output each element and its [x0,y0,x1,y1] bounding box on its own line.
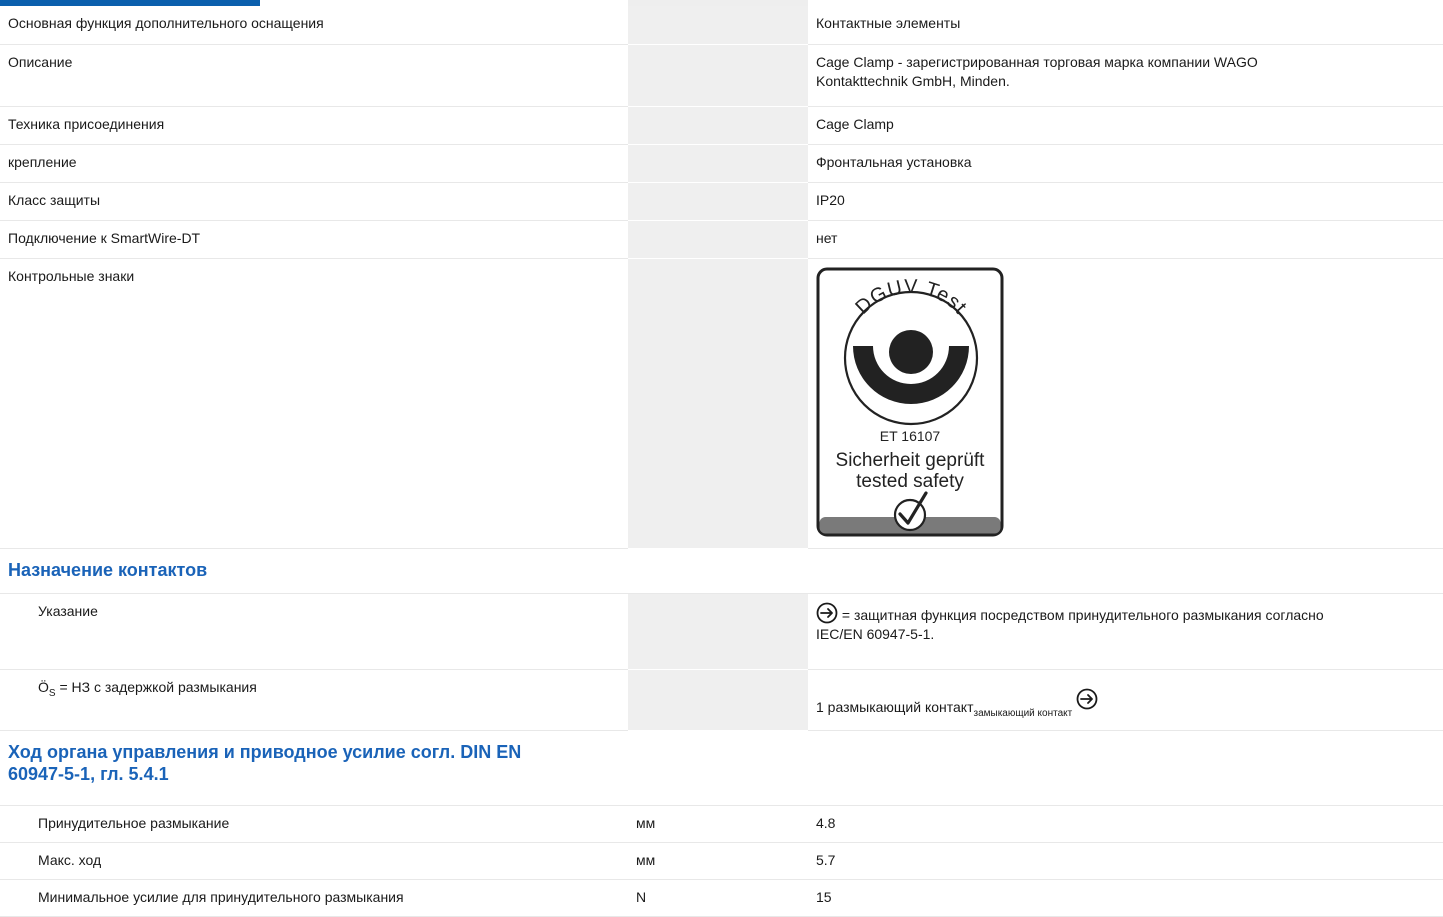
spec-value: нет [808,220,1443,259]
os-label-prefix: Ö [38,678,49,695]
dguv-line1: Sicherheit geprüft [836,450,986,471]
section-title: Назначение контактов [0,548,628,594]
spec-unit [628,220,808,259]
spec-value: DGUV Test ET 16107 Sicherheit geprüft te… [808,258,1443,549]
spec-row: Описание Cage Clamp - зарегистрированная… [0,44,1443,107]
spec-row: Основная функция дополнительного оснащен… [0,6,1443,45]
spec-label: Указание [0,593,628,670]
spec-unit [628,144,808,183]
spec-table: Основная функция дополнительного оснащен… [0,6,1443,917]
spec-row: Контрольные знаки DGUV Test ET 16107 Sic… [0,258,1443,549]
spec-label: крепление [0,144,628,183]
spec-label: Макс. ход [0,842,628,881]
spec-label: Минимальное усилие для принудительного р… [0,879,628,917]
spec-value: Фронтальная установка [808,144,1443,183]
spec-row: Минимальное усилие для принудительного р… [0,879,1443,917]
spec-value: Cage Clamp - зарегистрированная торговая… [808,44,1443,107]
spec-value: Cage Clamp [808,106,1443,145]
spec-unit [628,106,808,145]
spec-unit [628,669,808,732]
spec-row: Принудительное размыкание мм 4.8 [0,805,1443,844]
spec-value [808,548,1443,594]
spec-label: Подключение к SmartWire-DT [0,220,628,259]
spec-value: 5.7 [808,842,1443,881]
hint-text-line2: IEC/EN 60947-5-1. [816,625,935,642]
spec-row: крепление Фронтальная установка [0,144,1443,183]
spec-value: 1 размыкающий контактзамыкающий контакт [808,669,1443,732]
spec-unit: мм [628,842,808,881]
spec-unit [628,182,808,221]
spec-row: Техника присоединения Cage Clamp [0,106,1443,145]
spec-value: 4.8 [808,805,1443,844]
spec-row: ÖS = НЗ с задержкой размыкания 1 размыка… [0,669,1443,732]
dguv-line2: tested safety [856,471,964,492]
spec-label: Принудительное размыкание [0,805,628,844]
spec-unit [628,548,808,594]
section-title: Ход органа управления и приводное усилие… [0,730,628,807]
spec-row: Указание = защитная функция посредством … [0,593,1443,670]
spec-value-line: Kontakttechnik GmbH, Minden. [816,72,1010,89]
section-title-line: Ход органа управления и приводное усилие… [8,742,522,763]
section-header-row: Ход органа управления и приводное усилие… [0,730,1443,807]
os-value: 1 размыкающий контакт [816,698,974,715]
spec-value [808,730,1443,807]
spec-unit [628,258,808,549]
spec-unit [628,730,808,807]
spec-row: Макс. ход мм 5.7 [0,842,1443,881]
section-title-line: 60947-5-1, гл. 5.4.1 [8,764,169,785]
spec-row: Подключение к SmartWire-DT нет [0,220,1443,259]
spec-value-line: Cage Clamp - зарегистрированная торговая… [816,53,1258,70]
spec-unit: N [628,879,808,917]
spec-label: Основная функция дополнительного оснащен… [0,6,628,45]
spec-value: 15 [808,879,1443,917]
os-label-rest: = НЗ с задержкой размыкания [55,678,257,695]
spec-unit [628,44,808,107]
positive-opening-icon [1076,688,1098,709]
spec-label: Класс защиты [0,182,628,221]
spec-value: IP20 [808,182,1443,221]
positive-opening-icon [816,602,838,623]
spec-unit [628,6,808,45]
spec-label: Описание [0,44,628,107]
section-header-row: Назначение контактов [0,548,1443,594]
spec-value: Контактные элементы [808,6,1443,45]
hint-text: = защитная функция посредством принудите… [838,606,1324,623]
os-value-sub: замыкающий контакт [973,707,1073,719]
dguv-code: ET 16107 [880,428,941,444]
spec-value: = защитная функция посредством принудите… [808,593,1443,670]
spec-label: ÖS = НЗ с задержкой размыкания [0,669,628,732]
spec-label: Техника присоединения [0,106,628,145]
spec-label: Контрольные знаки [0,258,628,549]
spec-unit [628,593,808,670]
spec-unit: мм [628,805,808,844]
spec-row: Класс защиты IP20 [0,182,1443,221]
dguv-test-badge: DGUV Test ET 16107 Sicherheit geprüft te… [816,267,1004,536]
os-label-sub: S [48,687,56,699]
